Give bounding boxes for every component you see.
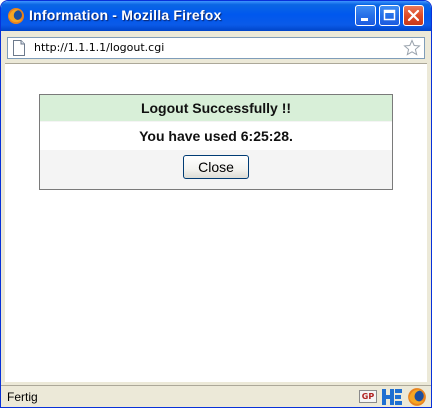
status-bar: Fertig GP [1, 385, 431, 407]
minimize-icon [361, 18, 368, 21]
button-row: Close [40, 150, 392, 188]
gp-icon[interactable]: GP [359, 390, 377, 403]
close-icon [407, 9, 420, 22]
maximize-icon [383, 9, 396, 21]
logout-heading: Logout Successfully !! [40, 95, 392, 121]
firefox-icon[interactable] [407, 387, 427, 407]
url-text[interactable]: http://1.1.1.1/logout.cgi [34, 41, 164, 54]
maximize-button[interactable] [379, 5, 400, 26]
close-button[interactable]: Close [183, 155, 249, 179]
status-text: Fertig [7, 390, 38, 404]
minimize-button[interactable] [355, 5, 376, 26]
logout-message-box: Logout Successfully !! You have used 6:2… [39, 94, 393, 190]
window-title: Information - Mozilla Firefox [29, 7, 222, 23]
browser-window: Information - Mozilla Firefox http://1.1… [0, 0, 432, 408]
firefox-icon [8, 8, 24, 24]
usage-text: You have used 6:25:28. [40, 122, 392, 150]
he-icon[interactable] [381, 388, 403, 406]
star-icon[interactable] [403, 39, 421, 57]
page-icon [13, 40, 25, 56]
address-bar[interactable]: http://1.1.1.1/logout.cgi [7, 37, 425, 59]
page-content: Logout Successfully !! You have used 6:2… [5, 63, 427, 382]
title-bar[interactable]: Information - Mozilla Firefox [1, 1, 431, 31]
close-window-button[interactable] [403, 5, 424, 26]
